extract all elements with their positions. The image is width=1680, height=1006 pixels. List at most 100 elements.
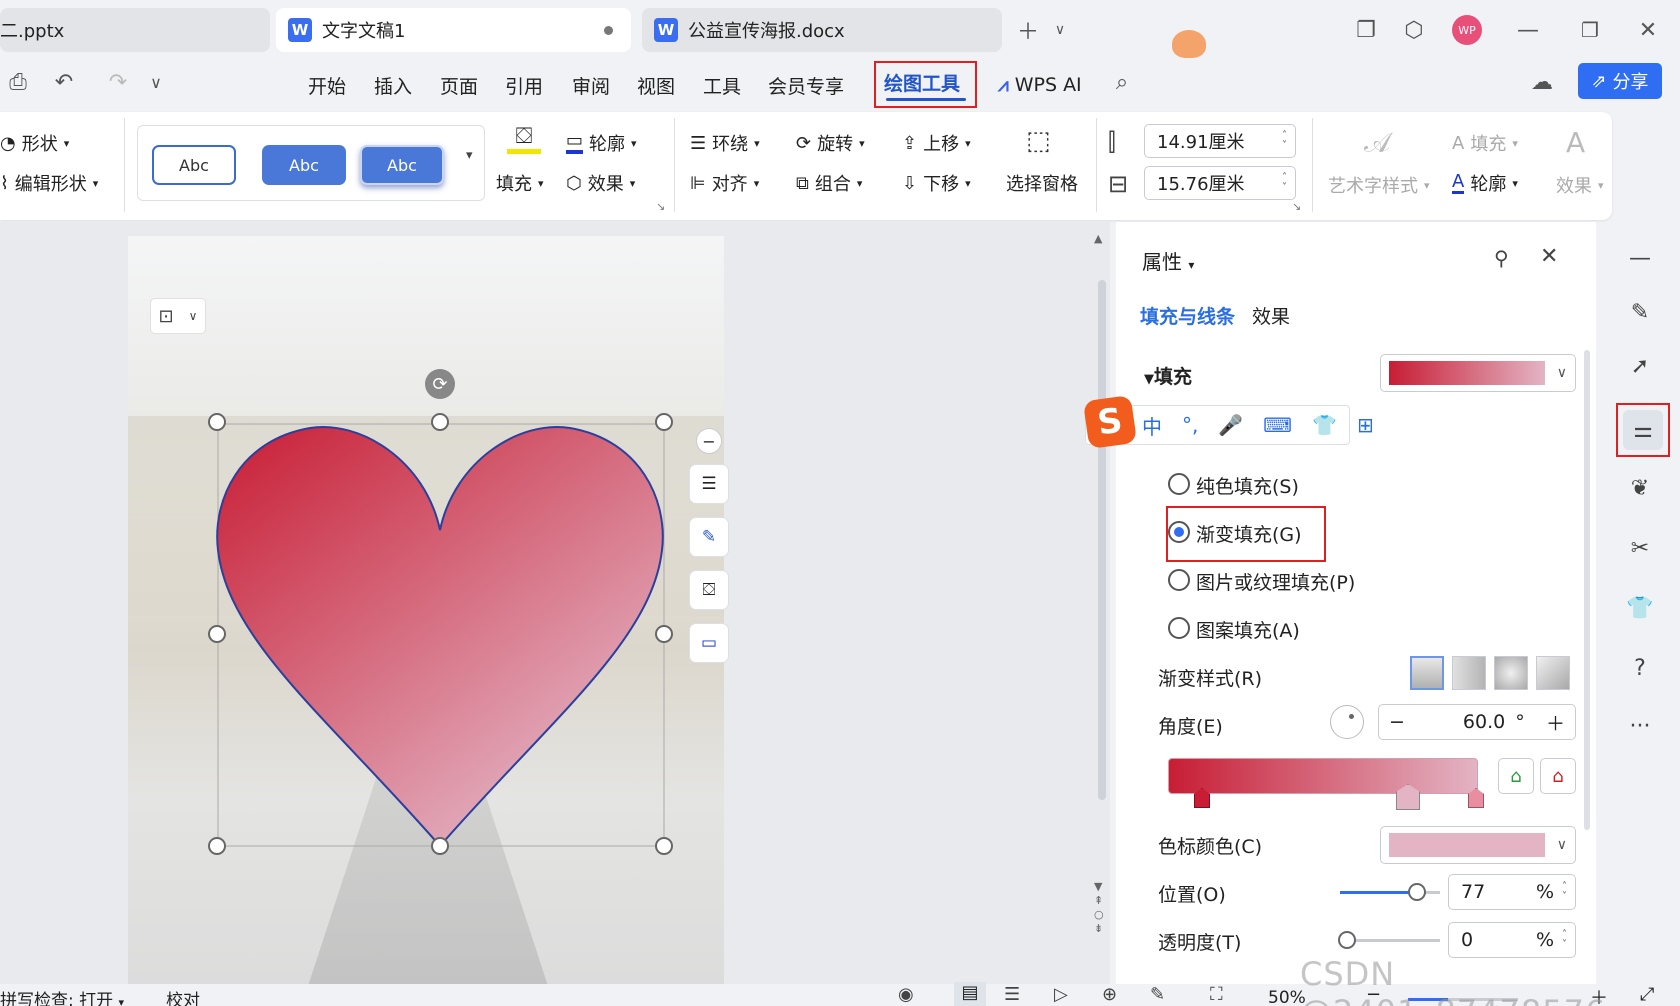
angle-input[interactable]: − 60.0 ° ＋ <box>1378 704 1576 740</box>
resize-handle-w[interactable] <box>208 625 226 643</box>
outline-button[interactable]: ▭ 轮廓 ▾ <box>566 130 637 156</box>
stepper-icon[interactable]: ˄ ˅ <box>1562 930 1567 950</box>
resize-handle-se[interactable] <box>655 837 673 855</box>
properties-sliders-icon[interactable]: ⚌ <box>1623 410 1663 450</box>
menu-review[interactable]: 审阅 <box>572 68 610 102</box>
help-icon[interactable]: ? <box>1620 648 1660 688</box>
panel-title[interactable]: 属性 ▾ <box>1142 246 1194 275</box>
ime-skin-icon[interactable]: 👕 <box>1312 413 1337 437</box>
undo-icon[interactable]: ↶ <box>48 66 80 98</box>
heart-shape[interactable] <box>200 400 680 860</box>
send-backward-button[interactable]: ⇩ 下移 ▾ <box>902 170 971 196</box>
shape-button[interactable]: ◔ 形状 ▾ <box>0 130 69 156</box>
gradient-style-linear[interactable] <box>1410 656 1444 690</box>
stepper-icon[interactable]: ˄ ˅ <box>1282 173 1287 193</box>
resize-handle-s[interactable] <box>431 837 449 855</box>
pin-icon[interactable]: ⚲ <box>1494 246 1509 270</box>
angle-dial-icon[interactable] <box>1330 705 1364 739</box>
fill-section-header[interactable]: ▼填充 <box>1144 362 1192 389</box>
gradient-style-horizontal[interactable] <box>1452 656 1486 690</box>
tab-pptx[interactable]: 二.pptx <box>0 8 270 52</box>
tab-effect[interactable]: 效果 <box>1252 302 1290 329</box>
gradient-style-diagonal[interactable] <box>1536 656 1570 690</box>
menu-insert[interactable]: 插入 <box>374 68 412 102</box>
layout-options-button[interactable]: ⊡ ∨ <box>150 298 206 334</box>
fill-dropdown[interactable]: 填充 ▾ <box>496 170 544 196</box>
fill-color-dropdown[interactable]: ∨ <box>1380 354 1576 392</box>
tab-fill-and-line[interactable]: 填充与线条 <box>1140 302 1235 329</box>
pen-icon[interactable]: ✎ <box>1620 292 1660 332</box>
ime-keyboard-icon[interactable]: ⌨ <box>1263 413 1292 437</box>
text-effect-button[interactable]: 效果 ▾ <box>1556 172 1604 198</box>
text-fill-button[interactable]: A 填充 ▾ <box>1452 130 1518 156</box>
menu-tools[interactable]: 工具 <box>703 68 741 102</box>
gradient-bar[interactable] <box>1168 758 1478 794</box>
radio-pattern-fill[interactable] <box>1168 617 1190 639</box>
scroll-up-icon[interactable]: ▲ <box>1094 232 1102 245</box>
width-input[interactable]: 14.91厘米 ˄ ˅ <box>1144 124 1296 158</box>
selection-pane-button[interactable]: 选择窗格 <box>1006 170 1078 196</box>
menu-view[interactable]: 视图 <box>637 68 675 102</box>
panel-scrollbar[interactable] <box>1584 350 1590 830</box>
transparency-slider-thumb[interactable] <box>1338 931 1356 949</box>
radio-picture-fill[interactable] <box>1168 569 1190 591</box>
ime-punct-icon[interactable]: °, <box>1182 413 1198 437</box>
fill-button[interactable]: ⛋ <box>506 124 542 162</box>
play-icon[interactable]: ▷ <box>1054 984 1068 1005</box>
position-input[interactable]: 77 % ˄ ˅ <box>1448 874 1576 910</box>
quick-access-chevron-icon[interactable]: ∨ <box>140 66 172 98</box>
remove-stop-icon[interactable]: ⌂ <box>1540 758 1576 794</box>
tab-document-1[interactable]: W 文字文稿1 <box>276 8 631 52</box>
panel-close-icon[interactable]: ✕ <box>1540 244 1558 269</box>
dialog-launcher-icon[interactable]: ↘ <box>1292 200 1301 213</box>
menu-page[interactable]: 页面 <box>440 68 478 102</box>
cloud-upload-icon[interactable]: ☁ <box>1526 66 1558 98</box>
rotate-handle-icon[interactable]: ⟳ <box>425 369 455 399</box>
resize-handle-sw[interactable] <box>208 837 226 855</box>
tools-icon[interactable]: ✂ <box>1620 528 1660 568</box>
cursor-select-icon[interactable]: ➚ <box>1620 346 1660 386</box>
web-view-icon[interactable]: ⊕ <box>1102 984 1117 1005</box>
menu-member[interactable]: 会员专享 <box>768 68 844 102</box>
height-input[interactable]: 15.76厘米 ˄ ˅ <box>1144 166 1296 200</box>
pen-mode-icon[interactable]: ✎ <box>1150 984 1165 1005</box>
dialog-launcher-icon[interactable]: ↘ <box>656 200 665 213</box>
avatar[interactable]: WP <box>1452 15 1482 45</box>
style-sample-outline[interactable]: Abc <box>152 145 236 185</box>
style-leaf-icon[interactable]: ❦ <box>1620 468 1660 508</box>
fill-tool-icon[interactable]: ⛋ <box>689 570 729 610</box>
share-button[interactable]: ⇗ 分享 <box>1578 63 1662 99</box>
stepper-icon[interactable]: ˄ ˅ <box>1282 131 1287 151</box>
group-button[interactable]: ⧉ 组合 ▾ <box>796 170 862 196</box>
position-slider-thumb[interactable] <box>1408 883 1426 901</box>
rotate-button[interactable]: ⟳ 旋转 ▾ <box>796 130 865 156</box>
print-preview-icon[interactable]: ⎙ <box>2 66 34 98</box>
menu-drawing-tools[interactable]: 绘图工具 <box>874 61 977 108</box>
sidebar-collapse-icon[interactable]: — <box>1620 238 1660 278</box>
restore-icon[interactable]: ❐ <box>1574 14 1606 46</box>
tab-poster-docx[interactable]: W 公益宣传海报.docx <box>642 8 1002 52</box>
stop-color-dropdown[interactable]: ∨ <box>1380 826 1576 864</box>
search-icon[interactable]: ⌕ <box>1106 66 1138 98</box>
ime-apps-icon[interactable]: ⊞ <box>1357 413 1374 437</box>
cube-icon[interactable]: ⬡ <box>1398 14 1430 46</box>
outline-tool-icon[interactable]: ▭ <box>689 623 729 663</box>
proof-button[interactable]: 校对 <box>166 986 200 1006</box>
outline-view-icon[interactable]: ☰ <box>1004 984 1020 1005</box>
page-nav-icon[interactable]: ▼ ⇞ ○ ⇟ <box>1094 880 1104 936</box>
decrement-icon[interactable]: − <box>1389 711 1405 733</box>
collapse-tools-icon[interactable]: − <box>696 428 722 454</box>
wrap-button[interactable]: ☰ 环绕 ▾ <box>690 130 760 156</box>
spellcheck-status[interactable]: 拼写检查: 打开 ▾ <box>0 986 124 1006</box>
window-layout-icon[interactable]: ❐ <box>1350 14 1382 46</box>
text-outline-button[interactable]: A 轮廓 ▾ <box>1452 170 1518 196</box>
eye-icon[interactable]: ◉ <box>898 984 914 1005</box>
menu-references[interactable]: 引用 <box>505 68 543 102</box>
minimize-icon[interactable]: — <box>1512 14 1544 46</box>
gradient-style-radial[interactable] <box>1494 656 1528 690</box>
format-painter-icon[interactable]: ✎ <box>689 517 729 557</box>
gallery-expand-icon[interactable]: ▾ <box>466 148 473 163</box>
effect-button[interactable]: ⬡ 效果 ▾ <box>566 170 635 196</box>
menu-wps-ai[interactable]: ⩘ WPS AI <box>998 68 1082 102</box>
edit-shape-button[interactable]: ⌇ 编辑形状 ▾ <box>0 170 98 196</box>
